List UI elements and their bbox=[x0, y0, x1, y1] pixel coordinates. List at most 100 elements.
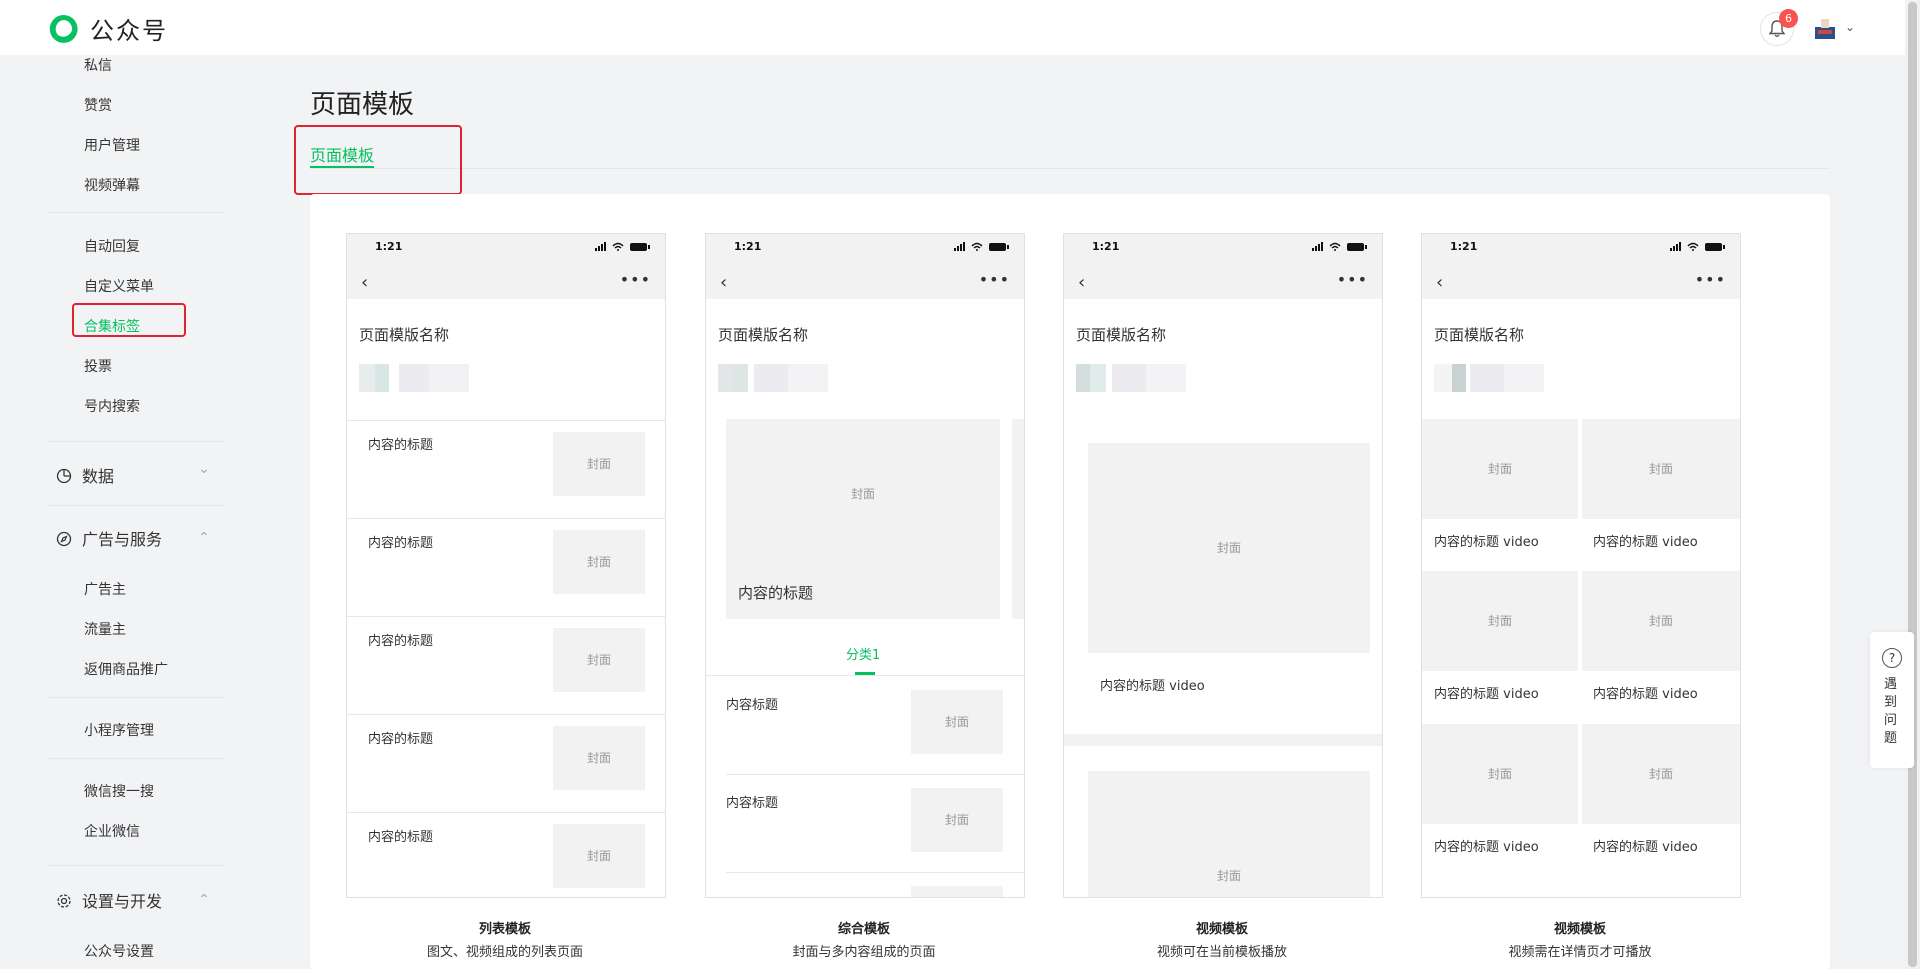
wechat-official-logo-icon[interactable] bbox=[46, 11, 82, 47]
back-arrow-icon: ‹ bbox=[361, 272, 369, 293]
cover-placeholder: 封面 bbox=[1422, 724, 1578, 824]
list-item-title: 内容的标题 bbox=[368, 634, 434, 649]
sidebar-section-label: 设置与开发 bbox=[82, 892, 163, 911]
list-item-title: 内容的标题 bbox=[368, 830, 434, 845]
sidebar-item-miniprogram[interactable]: 小程序管理 bbox=[84, 720, 154, 740]
highlight-box-sidebar bbox=[72, 303, 186, 337]
more-icon: ••• bbox=[1694, 270, 1726, 289]
sidebar-item-private-message[interactable]: 私信 bbox=[84, 55, 112, 75]
template-description: 封面与多内容组成的页面 bbox=[792, 945, 936, 960]
sidebar-item-account-settings[interactable]: 公众号设置 bbox=[84, 941, 154, 961]
grid-item-title: 内容的标题 video bbox=[1434, 687, 1539, 702]
highlight-box-tab bbox=[294, 125, 462, 195]
brand-name[interactable]: 公众号 bbox=[90, 11, 168, 46]
cover-placeholder: 封面 bbox=[1582, 724, 1740, 824]
category-tab: 分类1 bbox=[846, 648, 881, 663]
sidebar-section-ads[interactable]: 广告与服务 bbox=[56, 526, 162, 550]
account-avatar-placeholder bbox=[1434, 364, 1544, 392]
cover-placeholder: 封面 bbox=[553, 530, 645, 594]
grid-item-title: 内容的标题 video bbox=[1593, 840, 1698, 855]
cover-placeholder-partial bbox=[911, 886, 1003, 897]
list-item-title: 内容标题 bbox=[726, 796, 779, 811]
page-name: 页面模版名称 bbox=[359, 326, 450, 344]
sidebar-item-user-management[interactable]: 用户管理 bbox=[84, 135, 140, 155]
compass-icon bbox=[56, 531, 72, 547]
template-name: 列表模板 bbox=[478, 922, 531, 937]
back-arrow-icon: ‹ bbox=[720, 272, 728, 293]
sidebar-item-video-danmaku[interactable]: 视频弹幕 bbox=[84, 175, 140, 195]
sidebar-section-settings[interactable]: 设置与开发 bbox=[56, 888, 162, 912]
sidebar-item-auto-reply[interactable]: 自动回复 bbox=[84, 236, 140, 256]
phone-time: 1:21 bbox=[1092, 240, 1120, 253]
video-cover-placeholder: 封面 bbox=[1088, 771, 1370, 897]
template-description: 视频需在详情页才可播放 bbox=[1508, 945, 1652, 960]
sidebar-item-commission-promotion[interactable]: 返佣商品推广 bbox=[84, 659, 168, 679]
cover-placeholder: 封面 bbox=[911, 690, 1003, 754]
chevron-up-icon[interactable]: ⌃ bbox=[198, 892, 210, 908]
grid-item-title: 内容的标题 video bbox=[1593, 687, 1698, 702]
chart-pie-icon bbox=[56, 468, 72, 484]
avatar[interactable] bbox=[1815, 17, 1835, 39]
template-name: 综合模板 bbox=[837, 922, 890, 937]
sidebar-item-wecom[interactable]: 企业微信 bbox=[84, 821, 140, 841]
sidebar-item-custom-menu[interactable]: 自定义菜单 bbox=[84, 276, 154, 296]
video-title: 内容的标题 video bbox=[1100, 679, 1205, 694]
tab-divider bbox=[310, 168, 1830, 169]
sidebar-item-reward[interactable]: 赞赏 bbox=[84, 95, 112, 115]
chevron-down-icon[interactable]: ⌄ bbox=[1845, 20, 1855, 34]
signal-wifi-battery-icon bbox=[1312, 242, 1367, 251]
cover-placeholder: 封面 bbox=[553, 628, 645, 692]
page-name: 页面模版名称 bbox=[1076, 326, 1167, 344]
sidebar-divider bbox=[48, 697, 225, 698]
video-cover-placeholder: 封面 bbox=[1088, 443, 1370, 653]
cover-placeholder: 封面 bbox=[1422, 419, 1578, 519]
gear-icon bbox=[57, 894, 71, 908]
question-icon: ? bbox=[1882, 648, 1902, 668]
sidebar-item-advertiser[interactable]: 广告主 bbox=[84, 579, 126, 599]
cover-placeholder: 封面 bbox=[1582, 419, 1740, 519]
grid-item-title: 内容的标题 video bbox=[1434, 840, 1539, 855]
notification-badge: 6 bbox=[1779, 9, 1798, 28]
phone-time: 1:21 bbox=[1450, 240, 1478, 253]
sidebar-item-publisher[interactable]: 流量主 bbox=[84, 619, 126, 639]
sidebar-section-label: 广告与服务 bbox=[82, 530, 163, 549]
sidebar-divider bbox=[48, 758, 225, 759]
cover-placeholder: 封面 bbox=[1582, 571, 1740, 671]
grid-item-title: 内容的标题 video bbox=[1434, 535, 1539, 550]
list-item-title: 内容的标题 bbox=[368, 438, 434, 453]
cover-placeholder: 封面 bbox=[911, 788, 1003, 852]
sidebar-divider bbox=[48, 505, 225, 506]
sidebar-item-vote[interactable]: 投票 bbox=[84, 356, 112, 376]
sidebar-item-in-account-search[interactable]: 号内搜索 bbox=[84, 396, 140, 416]
section-gap bbox=[1064, 734, 1382, 746]
signal-wifi-battery-icon bbox=[954, 242, 1009, 251]
template-name: 视频模板 bbox=[1195, 922, 1248, 937]
chevron-down-icon[interactable]: ⌄ bbox=[198, 461, 210, 477]
page-name: 页面模版名称 bbox=[718, 326, 809, 344]
list-item-title: 内容的标题 bbox=[368, 536, 434, 551]
page-scrollbar[interactable] bbox=[1905, 0, 1920, 969]
help-label: 遇到问题 bbox=[1884, 677, 1898, 746]
template-description: 图文、视频组成的列表页面 bbox=[426, 945, 583, 960]
template-preview-video[interactable]: 1:21 ‹ ••• 页面模版名称 封面 内容的标题 video 封面 bbox=[1063, 233, 1383, 898]
hero-title: 内容的标题 bbox=[738, 584, 814, 602]
list-item-title: 内容标题 bbox=[726, 698, 779, 713]
cover-placeholder: 封面 bbox=[553, 824, 645, 888]
top-bar: 公众号 6 ⌄ bbox=[0, 0, 1905, 55]
sidebar-divider bbox=[48, 865, 225, 866]
help-float-button[interactable]: ? 遇到问题 bbox=[1870, 632, 1914, 768]
template-preview-composite[interactable]: 1:21 ‹ ••• 页面模版名称 封面 内容的标题 分类1 内容标题 封面 内… bbox=[705, 233, 1025, 898]
sidebar-item-wechat-search[interactable]: 微信搜一搜 bbox=[84, 781, 154, 801]
page-name: 页面模版名称 bbox=[1434, 326, 1525, 344]
sidebar-section-label: 数据 bbox=[82, 467, 115, 486]
chevron-up-icon[interactable]: ⌃ bbox=[198, 530, 210, 546]
list-item-title: 内容的标题 bbox=[368, 732, 434, 747]
template-preview-video-grid[interactable]: 1:21 ‹ ••• 页面模版名称 封面 封面 内容的标题 video 内容的标… bbox=[1421, 233, 1741, 898]
page-title: 页面模板 bbox=[310, 90, 415, 120]
template-name: 视频模板 bbox=[1553, 922, 1606, 937]
phone-time: 1:21 bbox=[375, 240, 403, 253]
sidebar-section-data[interactable]: 数据 bbox=[56, 463, 114, 487]
template-preview-list[interactable]: 1:21 ‹ ••• 页面模版名称 内容的标题 封面 内容的标题 封面 内容的标… bbox=[346, 233, 666, 898]
sidebar: 私信 赞赏 用户管理 视频弹幕 自动回复 自定义菜单 合集标签 投票 号内搜索 … bbox=[0, 55, 250, 969]
signal-wifi-battery-icon bbox=[595, 242, 650, 251]
